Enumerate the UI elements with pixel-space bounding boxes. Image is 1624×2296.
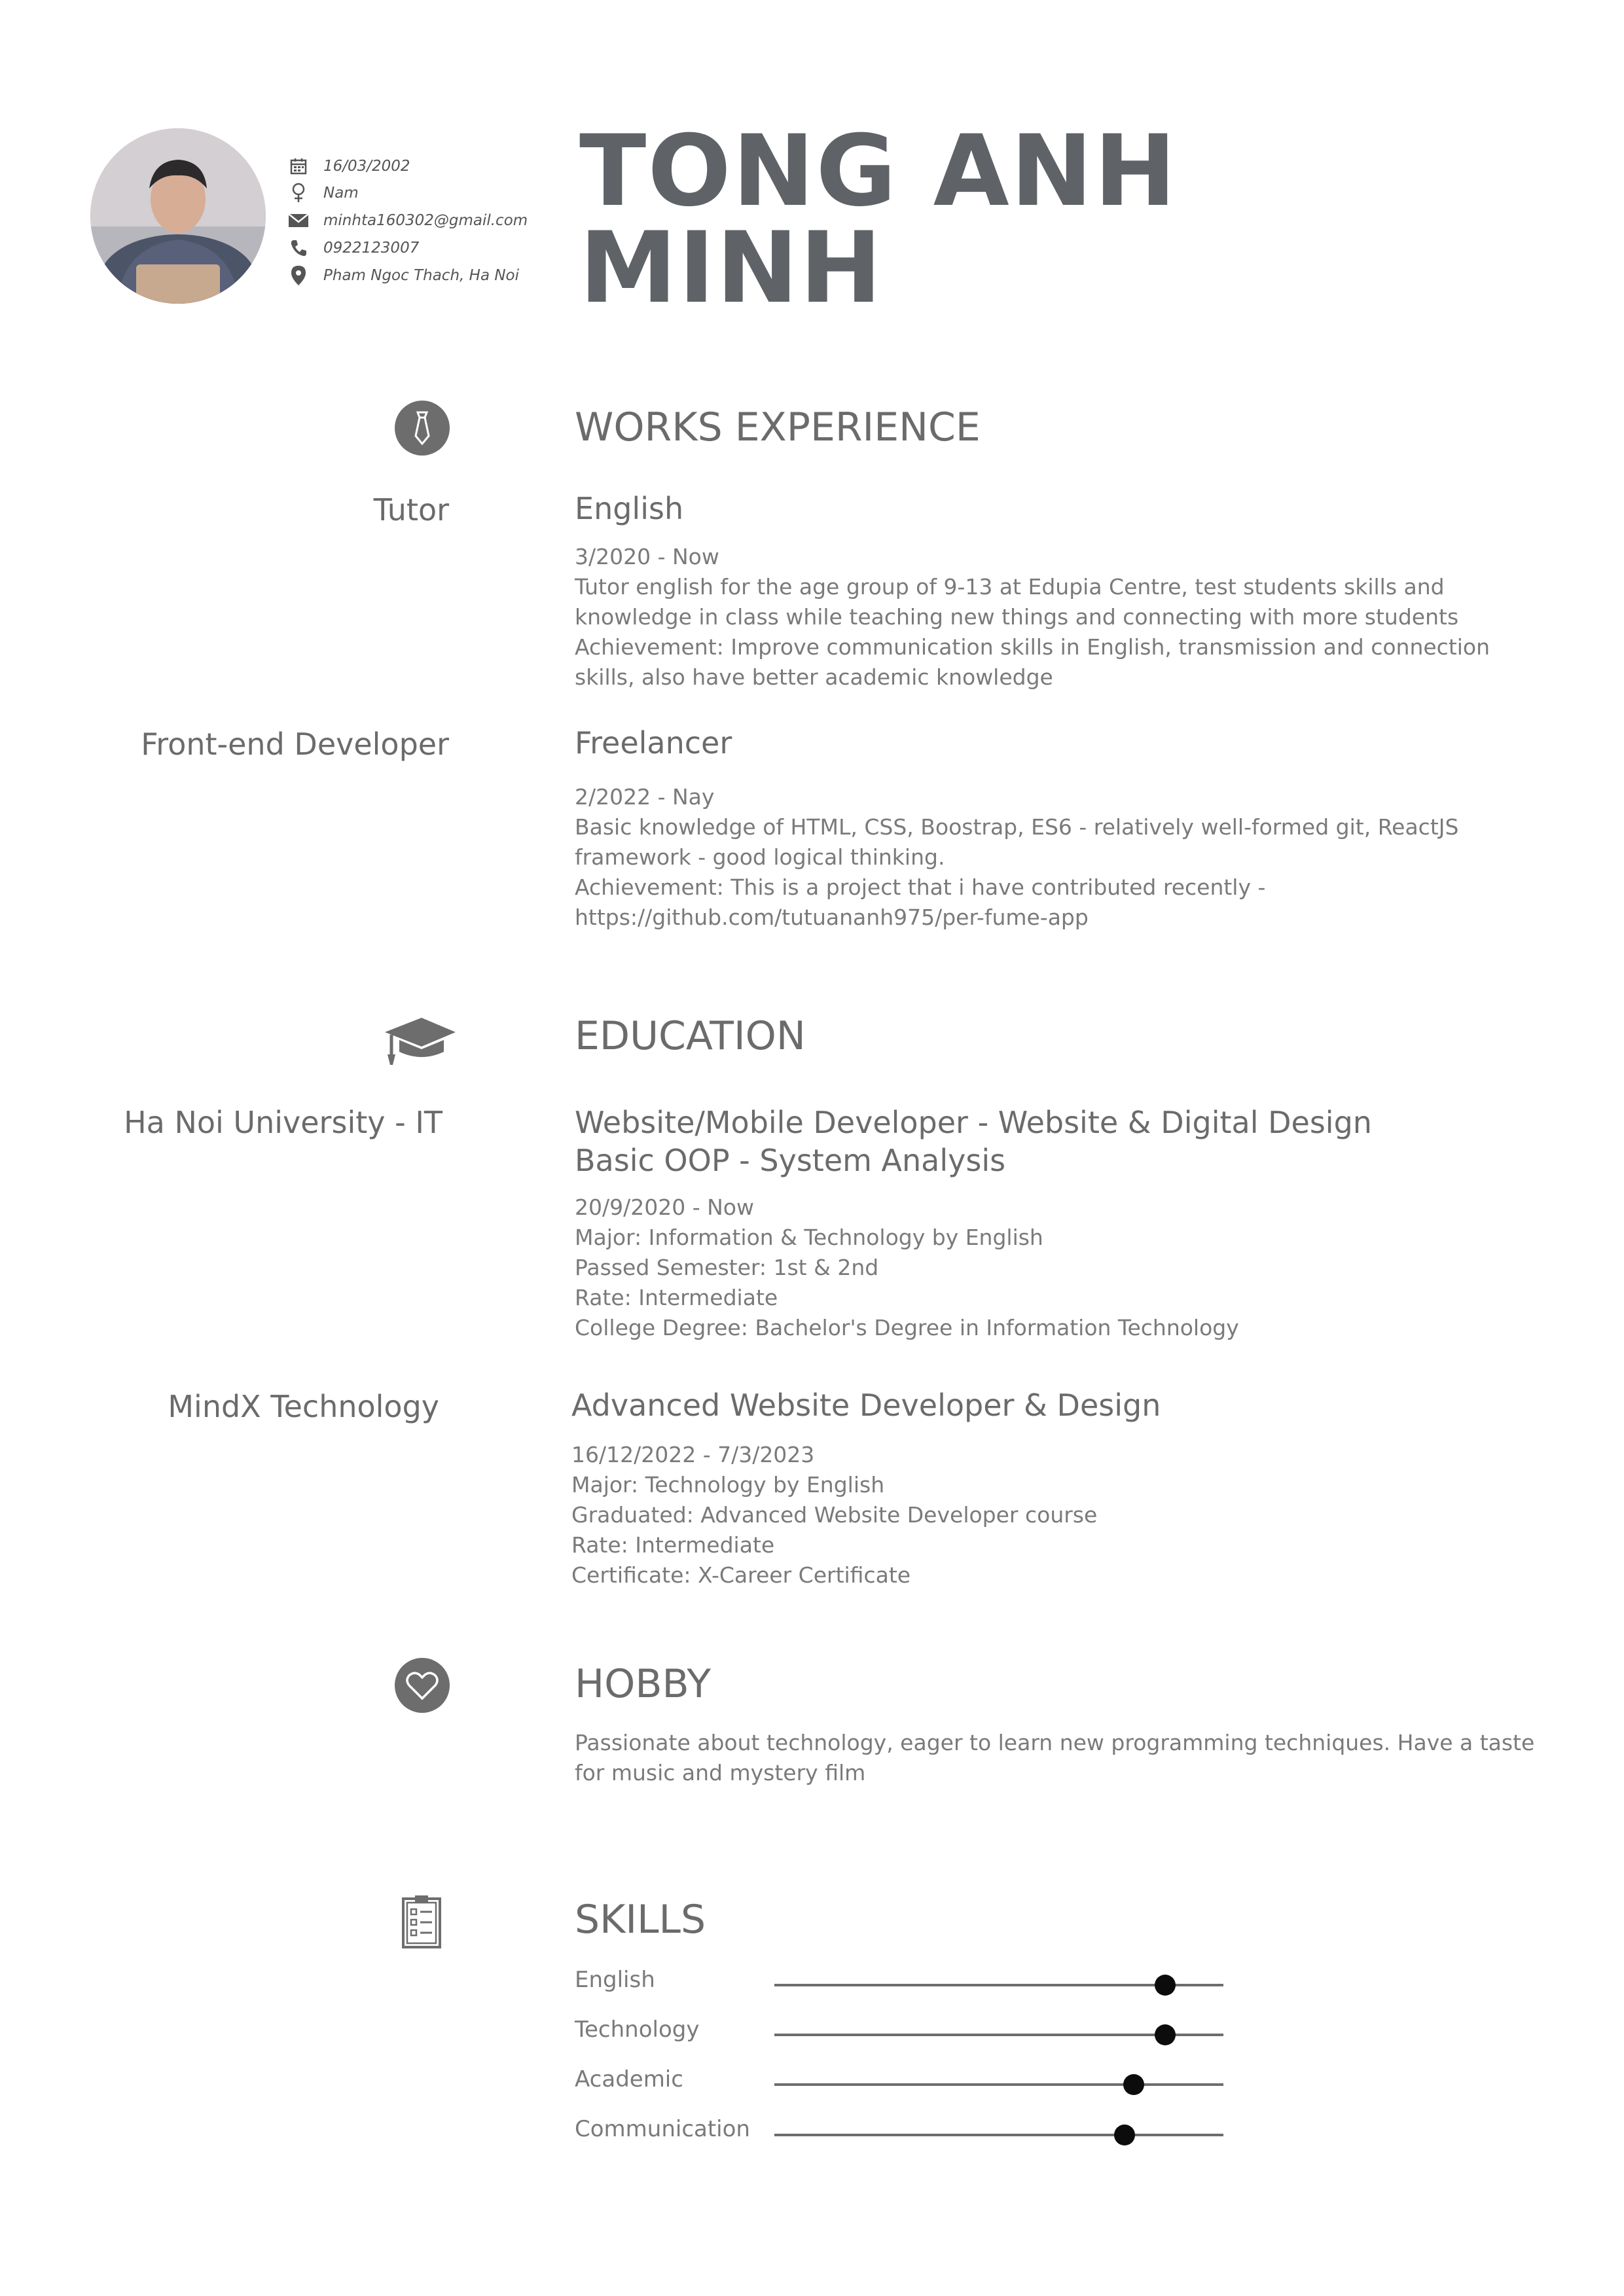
skill-level-dot[interactable]	[1154, 2024, 1176, 2045]
skill-label-academic: Academic	[575, 2066, 683, 2092]
education-degree: College Degree: Bachelor's Degree in Inf…	[575, 1315, 1239, 1340]
address-text: Pham Ngoc Thach, Ha Noi	[323, 267, 520, 284]
education-graduated: Graduated: Advanced Website Developer co…	[571, 1502, 1098, 1528]
person-photo-icon	[90, 128, 266, 304]
skills-section-title: SKILLS	[575, 1897, 706, 1943]
gender-text: Nam	[323, 185, 359, 202]
skill-slider-academic[interactable]	[774, 2074, 1223, 2095]
experience-details-tutor: 3/2020 - Now Tutor english for the age g…	[575, 542, 1557, 692]
calendar-icon	[287, 154, 310, 178]
profile-photo	[90, 128, 266, 304]
education-rate: Rate: Intermediate	[575, 1285, 778, 1310]
contact-gender: Nam	[287, 179, 359, 207]
experience-date: 2/2022 - Nay	[575, 784, 715, 810]
skill-slider-english[interactable]	[774, 1975, 1223, 1996]
education-date: 20/9/2020 - Now	[575, 1194, 754, 1220]
education-program-hanu: Website/Mobile Developer - Website & Dig…	[575, 1103, 1372, 1179]
name-line-2: MINH	[579, 211, 884, 325]
education-details-hanu: 20/9/2020 - Now Major: Information & Tec…	[575, 1193, 1557, 1343]
skill-level-dot[interactable]	[1154, 1975, 1176, 1996]
education-major: Major: Information & Technology by Engli…	[575, 1225, 1043, 1250]
birthdate-text: 16/03/2002	[323, 158, 410, 175]
program-title: Website/Mobile Developer - Website & Dig…	[575, 1105, 1372, 1140]
skill-label-communication: Communication	[575, 2116, 750, 2142]
education-section-title: EDUCATION	[575, 1013, 806, 1059]
education-school-mindx: MindX Technology	[168, 1389, 439, 1424]
full-name: TONG ANH MINH	[579, 115, 1332, 325]
hobby-section-title: HOBBY	[575, 1661, 712, 1707]
location-pin-icon	[287, 264, 310, 287]
experience-description: Tutor english for the age group of 9-13 …	[575, 574, 1459, 630]
contact-email: minhta160302@gmail.com	[287, 207, 528, 234]
education-semester: Passed Semester: 1st & 2nd	[575, 1255, 879, 1280]
program-title: Basic OOP - System Analysis	[575, 1143, 1006, 1178]
experience-achievement: Achievement: Improve communication skill…	[575, 634, 1490, 690]
experience-org-english: English	[575, 491, 684, 526]
heart-icon	[395, 1658, 450, 1713]
skill-level-dot[interactable]	[1123, 2074, 1144, 2095]
education-school-hanu: Ha Noi University - IT	[124, 1105, 442, 1140]
tie-icon	[395, 401, 450, 456]
envelope-icon	[287, 209, 310, 232]
experience-section-title: WORKS EXPERIENCE	[575, 404, 981, 450]
experience-org-freelancer: Freelancer	[575, 725, 732, 761]
skill-level-dot[interactable]	[1114, 2125, 1136, 2145]
phone-text[interactable]: 0922123007	[323, 240, 419, 257]
experience-role-frontend: Front-end Developer	[141, 726, 449, 762]
hobby-text: Passionate about technology, eager to le…	[575, 1730, 1535, 1785]
education-rate: Rate: Intermediate	[571, 1532, 775, 1558]
email-text[interactable]: minhta160302@gmail.com	[323, 212, 528, 229]
education-certificate: Certificate: X-Career Certificate	[571, 1562, 911, 1588]
experience-description: Basic knowledge of HTML, CSS, Boostrap, …	[575, 814, 1459, 870]
clipboard-icon	[401, 1893, 442, 1950]
contact-address: Pham Ngoc Thach, Ha Noi	[287, 262, 519, 289]
phone-icon	[287, 236, 310, 260]
education-program-mindx: Advanced Website Developer & Design	[571, 1388, 1161, 1423]
skill-slider-communication[interactable]	[774, 2125, 1223, 2145]
female-icon	[287, 181, 310, 205]
experience-role-tutor: Tutor	[373, 492, 449, 528]
graduation-cap-icon	[381, 1011, 460, 1070]
skill-slider-technology[interactable]	[774, 2024, 1223, 2045]
name-line-1: TONG ANH	[579, 115, 1178, 228]
contact-phone: 0922123007	[287, 234, 419, 262]
contact-birthdate: 16/03/2002	[287, 152, 410, 180]
experience-achievement[interactable]: Achievement: This is a project that i ha…	[575, 872, 1557, 933]
experience-details-frontend: 2/2022 - Nay Basic knowledge of HTML, CS…	[575, 782, 1557, 933]
skill-label-english: English	[575, 1967, 655, 1993]
education-major: Major: Technology by English	[571, 1472, 885, 1498]
experience-date: 3/2020 - Now	[575, 544, 719, 569]
education-details-mindx: 16/12/2022 - 7/3/2023 Major: Technology …	[571, 1440, 1553, 1590]
skill-label-technology: Technology	[575, 2017, 700, 2043]
education-date: 16/12/2022 - 7/3/2023	[571, 1442, 815, 1467]
